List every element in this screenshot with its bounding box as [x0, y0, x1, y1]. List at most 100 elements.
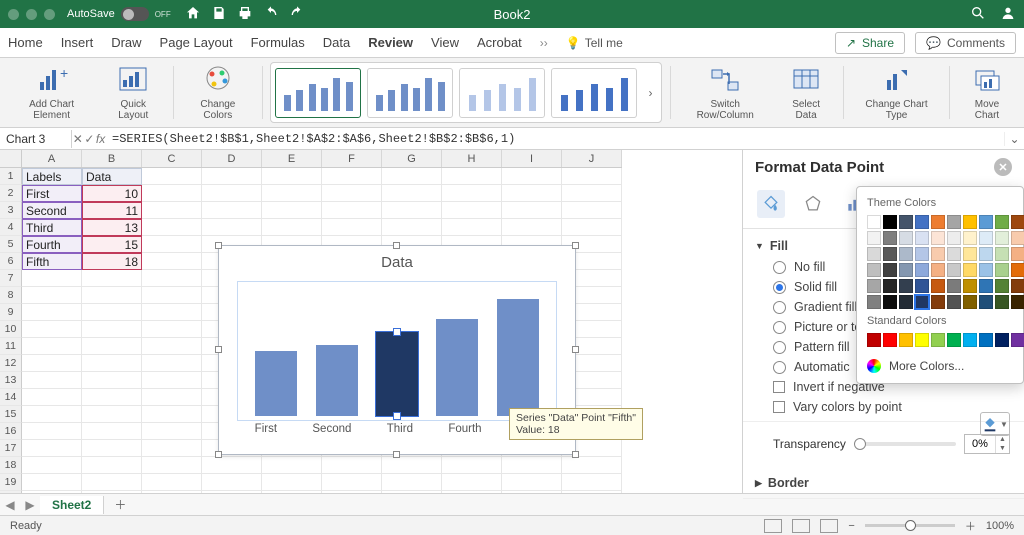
color-swatch[interactable]	[1011, 333, 1024, 347]
color-swatch[interactable]	[1011, 247, 1024, 261]
color-swatch[interactable]	[979, 247, 993, 261]
color-swatch[interactable]	[947, 333, 961, 347]
gallery-next[interactable]: ›	[643, 68, 657, 118]
color-swatch[interactable]	[963, 279, 977, 293]
cell-A1[interactable]: Labels	[22, 168, 82, 185]
search-icon[interactable]	[970, 5, 986, 24]
cell-C7[interactable]	[142, 270, 202, 287]
chart-handle[interactable]	[572, 451, 579, 458]
print-icon[interactable]	[237, 5, 253, 24]
chart-title[interactable]: Data	[219, 246, 575, 277]
change-chart-type[interactable]: Change Chart Type	[852, 62, 941, 123]
color-swatch[interactable]	[979, 215, 993, 229]
switch-row-column[interactable]: Switch Row/Column	[679, 62, 771, 123]
cell-H19[interactable]	[442, 474, 502, 491]
cell-E3[interactable]	[262, 202, 322, 219]
quick-layout[interactable]: Quick Layout	[101, 62, 165, 123]
tell-me[interactable]: 💡 Tell me	[566, 36, 623, 50]
autosave-toggle[interactable]: AutoSave OFF	[67, 7, 171, 21]
color-swatch[interactable]	[963, 295, 977, 309]
col-header[interactable]: G	[382, 150, 442, 167]
cell-B7[interactable]	[82, 270, 142, 287]
cell-F19[interactable]	[322, 474, 382, 491]
add-chart-element[interactable]: + Add Chart Element	[8, 62, 95, 123]
cell-J19[interactable]	[562, 474, 622, 491]
cell-F1[interactable]	[322, 168, 382, 185]
border-section-header[interactable]: ▶Border	[755, 472, 1012, 494]
color-swatch[interactable]	[995, 263, 1009, 277]
cell-A9[interactable]	[22, 304, 82, 321]
cell-I2[interactable]	[502, 185, 562, 202]
color-swatch[interactable]	[1011, 231, 1024, 245]
color-swatch[interactable]	[867, 231, 881, 245]
row-header[interactable]: 2	[0, 185, 22, 202]
color-swatch[interactable]	[995, 279, 1009, 293]
row-header[interactable]: 10	[0, 321, 22, 338]
color-swatch[interactable]	[963, 215, 977, 229]
row-header[interactable]: 16	[0, 423, 22, 440]
zoom-slider[interactable]	[865, 524, 955, 527]
cell-I18[interactable]	[502, 457, 562, 474]
cell-B2[interactable]: 10	[82, 185, 142, 202]
cell-B18[interactable]	[82, 457, 142, 474]
color-swatch[interactable]	[899, 279, 913, 293]
col-header[interactable]: I	[502, 150, 562, 167]
cell-A10[interactable]	[22, 321, 82, 338]
col-header[interactable]: J	[562, 150, 622, 167]
cell-C9[interactable]	[142, 304, 202, 321]
name-box[interactable]: Chart 3	[0, 130, 72, 148]
formula-input[interactable]: =SERIES(Sheet2!$B$1,Sheet2!$A$2:$A$6,She…	[106, 130, 1004, 148]
cell-D1[interactable]	[202, 168, 262, 185]
color-swatch[interactable]	[963, 231, 977, 245]
cell-A4[interactable]: Third	[22, 219, 82, 236]
cell-D19[interactable]	[202, 474, 262, 491]
cell-C15[interactable]	[142, 406, 202, 423]
undo-icon[interactable]	[263, 5, 279, 24]
cell-B20[interactable]	[82, 491, 142, 493]
cell-D4[interactable]	[202, 219, 262, 236]
cell-G3[interactable]	[382, 202, 442, 219]
cell-A6[interactable]: Fifth	[22, 253, 82, 270]
row-header[interactable]: 5	[0, 236, 22, 253]
cell-E19[interactable]	[262, 474, 322, 491]
col-header[interactable]: F	[322, 150, 382, 167]
color-swatch[interactable]	[963, 263, 977, 277]
style-4[interactable]	[551, 68, 637, 118]
chart-style-gallery[interactable]: ›	[270, 62, 662, 123]
color-swatch[interactable]	[899, 247, 913, 261]
color-swatch[interactable]	[867, 215, 881, 229]
color-swatch[interactable]	[979, 295, 993, 309]
cell-C12[interactable]	[142, 355, 202, 372]
add-sheet-button[interactable]: ＋	[104, 494, 136, 515]
row-header[interactable]: 17	[0, 440, 22, 457]
color-swatch[interactable]	[899, 231, 913, 245]
cell-I20[interactable]	[502, 491, 562, 493]
cell-B13[interactable]	[82, 372, 142, 389]
row-header[interactable]: 3	[0, 202, 22, 219]
window-controls[interactable]	[8, 9, 55, 20]
cell-A20[interactable]	[22, 491, 82, 493]
cell-J4[interactable]	[562, 219, 622, 236]
cell-H3[interactable]	[442, 202, 502, 219]
cell-D3[interactable]	[202, 202, 262, 219]
cell-E20[interactable]	[262, 491, 322, 493]
color-swatch[interactable]	[883, 279, 897, 293]
cell-G20[interactable]	[382, 491, 442, 493]
color-swatch[interactable]	[883, 295, 897, 309]
sheet-nav[interactable]: ◀▶	[0, 498, 40, 512]
color-swatch[interactable]	[867, 279, 881, 293]
cell-A8[interactable]	[22, 287, 82, 304]
color-swatch[interactable]	[899, 215, 913, 229]
row-header[interactable]: 1	[0, 168, 22, 185]
cell-A12[interactable]	[22, 355, 82, 372]
cell-C18[interactable]	[142, 457, 202, 474]
color-swatch[interactable]	[931, 231, 945, 245]
color-swatch[interactable]	[931, 215, 945, 229]
cell-B17[interactable]	[82, 440, 142, 457]
share-button[interactable]: ↗ Share	[835, 32, 905, 54]
cell-E4[interactable]	[262, 219, 322, 236]
cell-B14[interactable]	[82, 389, 142, 406]
cell-C20[interactable]	[142, 491, 202, 493]
row-header[interactable]: 20	[0, 491, 22, 493]
cell-H2[interactable]	[442, 185, 502, 202]
